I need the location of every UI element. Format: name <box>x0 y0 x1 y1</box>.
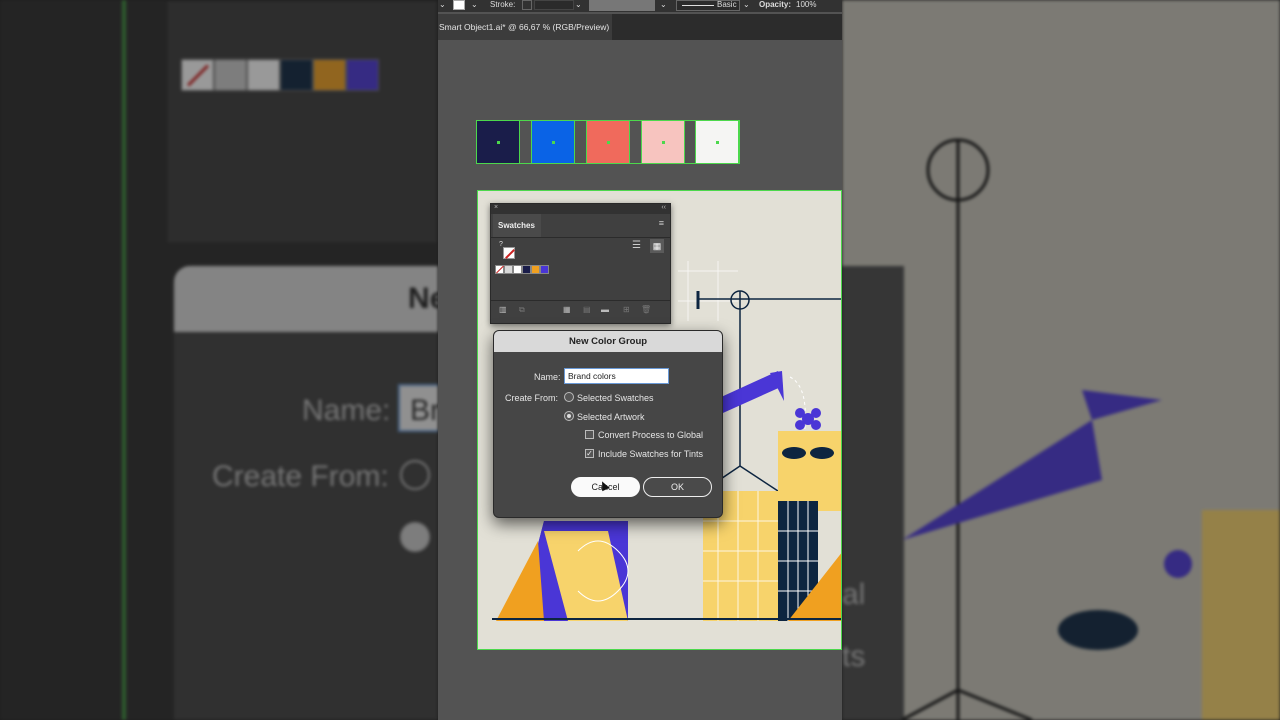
bg-selection-edge <box>122 0 126 720</box>
swatch-purple[interactable] <box>540 265 549 274</box>
stroke-label: Stroke: <box>490 0 516 9</box>
close-icon[interactable]: × <box>494 204 498 211</box>
bg-swatches-panel <box>166 0 438 244</box>
fill-none-swatch[interactable] <box>453 0 465 10</box>
swatch-none[interactable] <box>495 265 504 274</box>
fill-stroke-indicator[interactable] <box>503 247 515 259</box>
stroke-stepper[interactable] <box>522 0 532 10</box>
center-point-icon <box>662 141 665 144</box>
new-swatch-icon[interactable]: ⊞ <box>623 305 630 314</box>
dialog-title: New Color Group <box>494 331 722 352</box>
brush-label: Basic <box>717 0 737 9</box>
place-swatches-icon[interactable]: ⧉ <box>519 305 525 315</box>
none-slash-icon <box>505 249 515 259</box>
swatch-square-coral[interactable] <box>586 120 630 164</box>
brush-chevron-icon[interactable]: ⌄ <box>743 0 750 10</box>
bg-name-fragment: Br <box>410 394 440 427</box>
name-label: Name: <box>534 372 561 382</box>
panel-footer-divider <box>491 300 670 301</box>
swatch-libraries-icon[interactable]: ▥ <box>499 305 507 314</box>
fill-chevron-icon[interactable]: ⌄ <box>439 0 446 10</box>
swatch-square-navy[interactable] <box>476 120 520 164</box>
bg-radio-2 <box>400 522 430 552</box>
panel-menu-icon[interactable]: ≡ <box>659 218 664 228</box>
include-tints-label[interactable]: Include Swatches for Tints <box>598 449 703 459</box>
swatch-row <box>495 265 549 274</box>
screen: Ne Name: Br Create From: al ts ⌄ ⌄ Strok… <box>0 0 1280 720</box>
bg-illustration-zoom <box>901 138 1280 720</box>
new-color-group-icon[interactable]: ▬ <box>601 305 609 314</box>
center-point-icon <box>552 141 555 144</box>
brush-stroke-preview <box>682 5 714 6</box>
swatch-navy[interactable] <box>522 265 531 274</box>
opacity-label: Opacity: <box>759 0 792 9</box>
trash-icon[interactable]: 🗑 <box>641 305 651 314</box>
create-from-label: Create From: <box>505 393 559 403</box>
grid-view-icon[interactable]: ▦ <box>650 239 664 253</box>
stroke-weight-chevron-icon[interactable]: ⌄ <box>575 0 582 10</box>
ok-button[interactable]: OK <box>643 477 712 497</box>
stroke-chevron-icon[interactable]: ⌄ <box>471 0 478 10</box>
tab-swatches[interactable]: Swatches <box>493 214 541 237</box>
stroke-weight-input[interactable] <box>534 0 574 10</box>
radio-selected-swatches[interactable] <box>564 392 574 402</box>
document-tab[interactable]: Smart Object1.ai* @ 66,67 % (RGB/Preview… <box>438 14 612 40</box>
panel-divider <box>491 237 670 238</box>
control-bar: ⌄ ⌄ Stroke: ⌄ ⌄ Basic ⌄ Opacity: 100% <box>438 0 842 12</box>
center-point-icon <box>716 141 719 144</box>
profile-chevron-icon[interactable]: ⌄ <box>660 0 667 10</box>
bg-dialog-title <box>174 266 438 332</box>
document-tab-bar: Smart Object1.ai* @ 66,67 % (RGB/Preview… <box>438 14 842 40</box>
include-tints-checkbox[interactable]: ✓ <box>585 449 594 458</box>
swatch-square-pink[interactable] <box>641 120 685 164</box>
bg-name-label: Name: <box>302 394 391 427</box>
opacity-value[interactable]: 100% <box>796 0 816 10</box>
new-color-group-dialog: New Color Group Name: Brand colors Creat… <box>493 330 723 518</box>
convert-process-label[interactable]: Convert Process to Global <box>598 430 703 440</box>
center-point-icon <box>497 141 500 144</box>
selected-artwork-label[interactable]: Selected Artwork <box>577 412 645 422</box>
name-field[interactable]: Brand colors <box>564 368 669 384</box>
swatch-square-blue[interactable] <box>531 120 575 164</box>
variable-width-dropdown[interactable] <box>589 0 655 11</box>
collapse-icon[interactable]: ‹‹ <box>661 204 666 211</box>
panel-header[interactable]: × ‹‹ <box>491 204 670 214</box>
swatch-options-icon[interactable]: ▤ <box>583 305 591 314</box>
swatch-registration[interactable] <box>504 265 513 274</box>
show-swatch-kinds-icon[interactable]: ▦ <box>563 305 571 314</box>
swatch-white[interactable] <box>513 265 522 274</box>
swatch-square-white[interactable] <box>695 120 739 164</box>
radio-selected-artwork[interactable] <box>564 411 574 421</box>
list-view-icon[interactable]: ☰ <box>632 240 641 251</box>
swatch-orange[interactable] <box>531 265 540 274</box>
center-point-icon <box>607 141 610 144</box>
bg-create-from-label: Create From: <box>212 460 389 493</box>
bg-radio-1 <box>400 460 430 490</box>
convert-process-checkbox[interactable] <box>585 430 594 439</box>
swatches-panel: × ‹‹ Swatches ≡ ? ☰ ▦ ▥ ⧉ ▦ ▤ ▬ ⊞ 🗑 <box>490 203 671 324</box>
selected-swatches-label[interactable]: Selected Swatches <box>577 393 654 403</box>
